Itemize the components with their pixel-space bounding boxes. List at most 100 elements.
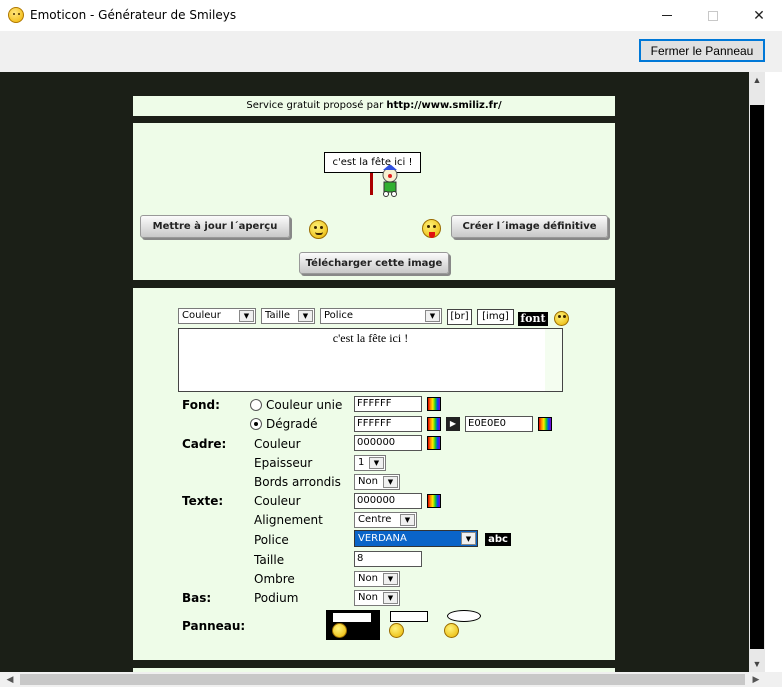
chevron-down-icon: ▼ (383, 573, 398, 585)
color-select-value: Couleur (182, 310, 221, 321)
fond-label: Fond: (182, 398, 220, 412)
alignement-select[interactable]: Centre ▼ (354, 512, 417, 528)
maximize-icon (708, 10, 718, 21)
bas-label: Bas: (182, 591, 212, 605)
ombre-select[interactable]: Non ▼ (354, 571, 400, 587)
sign-pole (370, 173, 373, 195)
couleur-unie-input[interactable]: FFFFFF (354, 396, 422, 412)
degrade-label: Dégradé (266, 417, 318, 431)
ombre-label: Ombre (254, 572, 295, 586)
top-toolbar: Fermer le Panneau (0, 31, 782, 72)
color-picker-icon[interactable] (427, 417, 441, 431)
smiley-app-icon (8, 7, 24, 23)
degrade-start-input[interactable]: FFFFFF (354, 416, 422, 432)
color-picker-icon[interactable] (427, 397, 441, 411)
scroll-left-icon[interactable]: ◀ (2, 672, 18, 687)
epaisseur-select[interactable]: 1 ▼ (354, 455, 386, 471)
alignement-value: Centre (358, 514, 392, 525)
download-image-button[interactable]: Télécharger cette image (299, 252, 449, 274)
br-tag-button[interactable]: [br] (447, 309, 472, 325)
close-icon: ✕ (753, 7, 765, 23)
police-select[interactable]: VERDANA ▼ (354, 530, 478, 547)
chevron-down-icon: ▼ (239, 310, 254, 322)
insert-smiley-icon[interactable] (554, 311, 569, 326)
vertical-scrollbar[interactable]: ▲ ▼ (749, 72, 765, 672)
chevron-down-icon: ▼ (298, 310, 313, 322)
font-select[interactable]: Police ▼ (320, 308, 442, 324)
tongue-smiley-icon (422, 219, 441, 238)
alignement-label: Alignement (254, 513, 323, 527)
podium-select[interactable]: Non ▼ (354, 590, 400, 606)
scrollbar-thumb[interactable] (20, 674, 745, 685)
podium-value: Non (358, 592, 378, 603)
thinking-smiley-icon (309, 220, 328, 239)
taille-input[interactable]: 8 (354, 551, 422, 567)
ombre-value: Non (358, 573, 378, 584)
preview-panel: c'est la fête ici ! Mettre à jour l´aper… (133, 123, 615, 280)
scrollbar-thumb[interactable] (750, 105, 764, 649)
size-select[interactable]: Taille ▼ (261, 308, 315, 324)
close-panel-button[interactable]: Fermer le Panneau (639, 39, 765, 62)
message-textarea[interactable]: c'est la fête ici ! (178, 328, 563, 392)
taille-label: Taille (254, 553, 285, 567)
window-edge (765, 72, 782, 672)
font-select-value: Police (324, 310, 353, 321)
panel-style-bubble-option[interactable] (443, 608, 483, 640)
epaisseur-label: Epaisseur (254, 456, 313, 470)
chevron-down-icon: ▼ (383, 592, 398, 604)
close-button[interactable]: ✕ (736, 0, 782, 31)
chevron-down-icon: ▼ (383, 476, 398, 488)
scroll-down-icon[interactable]: ▼ (749, 656, 765, 672)
epaisseur-value: 1 (358, 457, 365, 468)
editor-panel: Couleur ▼ Taille ▼ Police ▼ [br] [img] font… (133, 288, 615, 660)
color-picker-icon[interactable] (538, 417, 552, 431)
horizontal-scrollbar[interactable]: ◀ ▶ (0, 672, 782, 687)
minimize-icon (662, 15, 672, 16)
couleur-unie-label: Couleur unie (266, 398, 343, 412)
cadre-couleur-input[interactable]: 000000 (354, 435, 422, 451)
texte-label: Texte: (182, 494, 224, 508)
cadre-couleur-label: Couleur (254, 437, 301, 451)
bords-arrondis-value: Non (358, 476, 378, 487)
service-link[interactable]: http://www.smiliz.fr/ (386, 100, 501, 111)
img-tag-button[interactable]: [img] (477, 309, 514, 325)
texte-couleur-label: Couleur (254, 494, 301, 508)
panel-style-sign-option[interactable] (326, 610, 380, 640)
textarea-scrollbar[interactable] (545, 329, 562, 391)
message-text: c'est la fête ici ! (332, 331, 409, 345)
window-title: Emoticon - Générateur de Smileys (30, 8, 237, 22)
chevron-down-icon: ▼ (400, 514, 415, 526)
create-final-image-button[interactable]: Créer l´image définitive (451, 215, 608, 238)
chevron-down-icon: ▼ (425, 310, 440, 322)
scroll-right-icon[interactable]: ▶ (748, 672, 764, 687)
service-banner: Service gratuit proposé par http://www.s… (133, 96, 615, 116)
app-window: Emoticon - Générateur de Smileys ✕ Ferme… (0, 0, 782, 687)
chevron-down-icon: ▼ (461, 532, 476, 545)
font-preview-icon: abc (485, 533, 511, 546)
texte-couleur-input[interactable]: 000000 (354, 493, 422, 509)
couleur-unie-radio[interactable] (250, 399, 262, 411)
swap-arrow-icon[interactable]: ▶ (446, 417, 460, 431)
degrade-radio[interactable] (250, 418, 262, 430)
update-preview-button[interactable]: Mettre à jour l´aperçu (140, 215, 290, 238)
degrade-end-input[interactable]: E0E0E0 (465, 416, 533, 432)
color-select[interactable]: Couleur ▼ (178, 308, 256, 324)
panel-style-box-option[interactable] (388, 609, 430, 639)
police-value: VERDANA (358, 533, 407, 544)
font-tag-button[interactable]: font (518, 312, 548, 326)
podium-label: Podium (254, 591, 299, 605)
maximize-button[interactable] (690, 0, 736, 31)
color-picker-icon[interactable] (427, 436, 441, 450)
minimize-button[interactable] (644, 0, 690, 31)
bords-arrondis-label: Bords arrondis (254, 475, 341, 489)
clown-smiley-icon (382, 165, 398, 197)
panneau-label: Panneau: (182, 619, 246, 633)
scroll-up-icon[interactable]: ▲ (749, 72, 765, 88)
bords-arrondis-select[interactable]: Non ▼ (354, 474, 400, 490)
color-picker-icon[interactable] (427, 494, 441, 508)
web-content: Service gratuit proposé par http://www.s… (0, 72, 749, 672)
title-bar: Emoticon - Générateur de Smileys ✕ (0, 0, 782, 31)
chevron-down-icon: ▼ (369, 457, 384, 469)
preview-sign: c'est la fête ici ! (324, 152, 421, 173)
service-text: Service gratuit proposé par (246, 100, 384, 111)
